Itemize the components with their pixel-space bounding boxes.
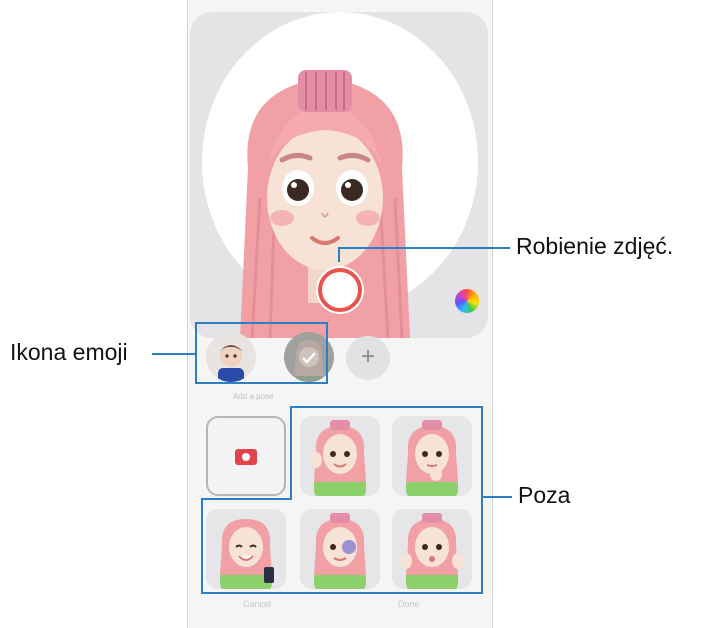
add-emoji-button[interactable]: + bbox=[346, 336, 390, 380]
pose-callout: Poza bbox=[518, 482, 571, 508]
capture-callout: Robienie zdjęć. bbox=[516, 233, 674, 259]
capture-callout-line bbox=[338, 247, 510, 249]
section-label: Add a pose bbox=[233, 392, 274, 401]
done-button[interactable]: Done bbox=[398, 599, 420, 609]
emoji-icon-callout: Ikona emoji bbox=[10, 339, 128, 365]
capture-button[interactable] bbox=[318, 268, 362, 312]
cancel-button[interactable]: Cancel bbox=[243, 599, 271, 609]
emoji-callout-line bbox=[152, 353, 195, 355]
camera-preview bbox=[190, 12, 488, 338]
pose-callout-line bbox=[482, 496, 512, 498]
color-wheel-icon[interactable] bbox=[455, 289, 479, 313]
pose-highlight-outline bbox=[201, 406, 483, 594]
capture-callout-line-v bbox=[338, 248, 340, 262]
emoji-icon-highlight bbox=[195, 322, 328, 384]
